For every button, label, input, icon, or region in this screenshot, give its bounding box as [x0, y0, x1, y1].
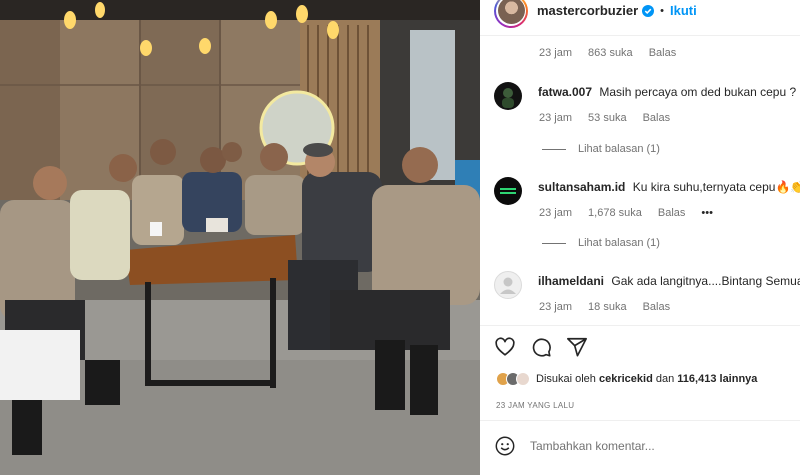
comment-likes[interactable]: 18 suka [588, 301, 627, 313]
comment-meta: 23 jam 863 suka Balas [539, 47, 676, 59]
view-replies-label: Lihat balasan (1) [578, 237, 660, 249]
commenter-username[interactable]: sultansaham.id [538, 180, 625, 194]
reply-button[interactable]: Balas [649, 47, 677, 59]
comment-meta: 23 jam 18 suka Balas [539, 301, 670, 313]
verified-badge-icon [642, 4, 655, 17]
comment-item: fatwa.007 Masih percaya om ded bukan cep… [494, 82, 800, 110]
replies-line [542, 148, 566, 150]
comment-item: sultansaham.id Ku kira suhu,ternyata cep… [494, 177, 800, 205]
post-timestamp[interactable]: 23 JAM YANG LALU [496, 401, 574, 410]
replies-line [542, 242, 566, 244]
commenter-username[interactable]: ilhameldani [538, 274, 604, 288]
comment-likes[interactable]: 863 suka [588, 47, 633, 59]
comment-body: sultansaham.id Ku kira suhu,ternyata cep… [538, 180, 800, 195]
comment-time: 23 jam [539, 47, 573, 59]
author-username[interactable]: mastercorbuzier [537, 3, 638, 18]
share-icon[interactable] [566, 336, 588, 358]
commenter-avatar[interactable] [494, 82, 522, 110]
view-replies-label: Lihat balasan (1) [578, 143, 660, 155]
liker-avatars [496, 372, 530, 386]
comment-likes[interactable]: 53 suka [588, 112, 627, 124]
post-header: mastercorbuzier • Ikuti [480, 0, 800, 36]
view-replies-button[interactable]: Lihat balasan (1) [542, 237, 660, 249]
comment-likes[interactable]: 1,678 suka [588, 207, 642, 219]
comment-text: Gak ada langitnya....Bintang Semuaaa [611, 274, 800, 288]
comment-body: ilhameldani Gak ada langitnya....Bintang… [538, 274, 800, 289]
likes-prefix: Disukai oleh [536, 373, 596, 385]
follow-button[interactable]: Ikuti [670, 3, 697, 18]
commenter-avatar[interactable] [494, 177, 522, 205]
comment-input[interactable] [530, 439, 780, 453]
section-divider [480, 420, 800, 421]
comment-item: ilhameldani Gak ada langitnya....Bintang… [494, 271, 800, 299]
comment-time: 23 jam [539, 301, 573, 313]
more-options-icon[interactable]: ••• [701, 207, 713, 219]
section-divider [480, 325, 800, 326]
likes-count[interactable]: 116,413 lainnya [677, 373, 757, 385]
comment-meta: 23 jam 53 suka Balas [539, 112, 670, 124]
reply-button[interactable]: Balas [643, 301, 671, 313]
comment-time: 23 jam [539, 112, 573, 124]
post-sidebar: mastercorbuzier • Ikuti 23 jam 863 suka … [480, 0, 800, 475]
author-avatar[interactable] [494, 0, 528, 28]
reply-button[interactable]: Balas [643, 112, 671, 124]
view-replies-button[interactable]: Lihat balasan (1) [542, 143, 660, 155]
separator-dot: • [660, 4, 665, 17]
likes-summary[interactable]: Disukai oleh cekricekid dan 116,413 lain… [496, 372, 757, 386]
comment-meta: 23 jam 1,678 suka Balas ••• [539, 207, 713, 219]
comment-time: 23 jam [539, 207, 573, 219]
emoji-icon[interactable] [494, 435, 516, 457]
post-actions [494, 336, 588, 358]
post-image [0, 0, 480, 475]
commenter-username[interactable]: fatwa.007 [538, 85, 592, 99]
comment-icon[interactable] [530, 336, 552, 358]
post-photo[interactable] [0, 0, 480, 475]
likes-middle: dan [655, 373, 675, 385]
comment-body: fatwa.007 Masih percaya om ded bukan cep… [538, 85, 800, 100]
liker-username[interactable]: cekricekid [599, 373, 653, 385]
reply-button[interactable]: Balas [658, 207, 686, 219]
comment-text: Ku kira suhu,ternyata cepu🔥👏 [632, 180, 800, 194]
commenter-avatar[interactable] [494, 271, 522, 299]
heart-icon[interactable] [494, 336, 516, 358]
comment-text: Masih percaya om ded bukan cepu ? 😂 [599, 85, 800, 99]
add-comment-bar [494, 435, 794, 457]
